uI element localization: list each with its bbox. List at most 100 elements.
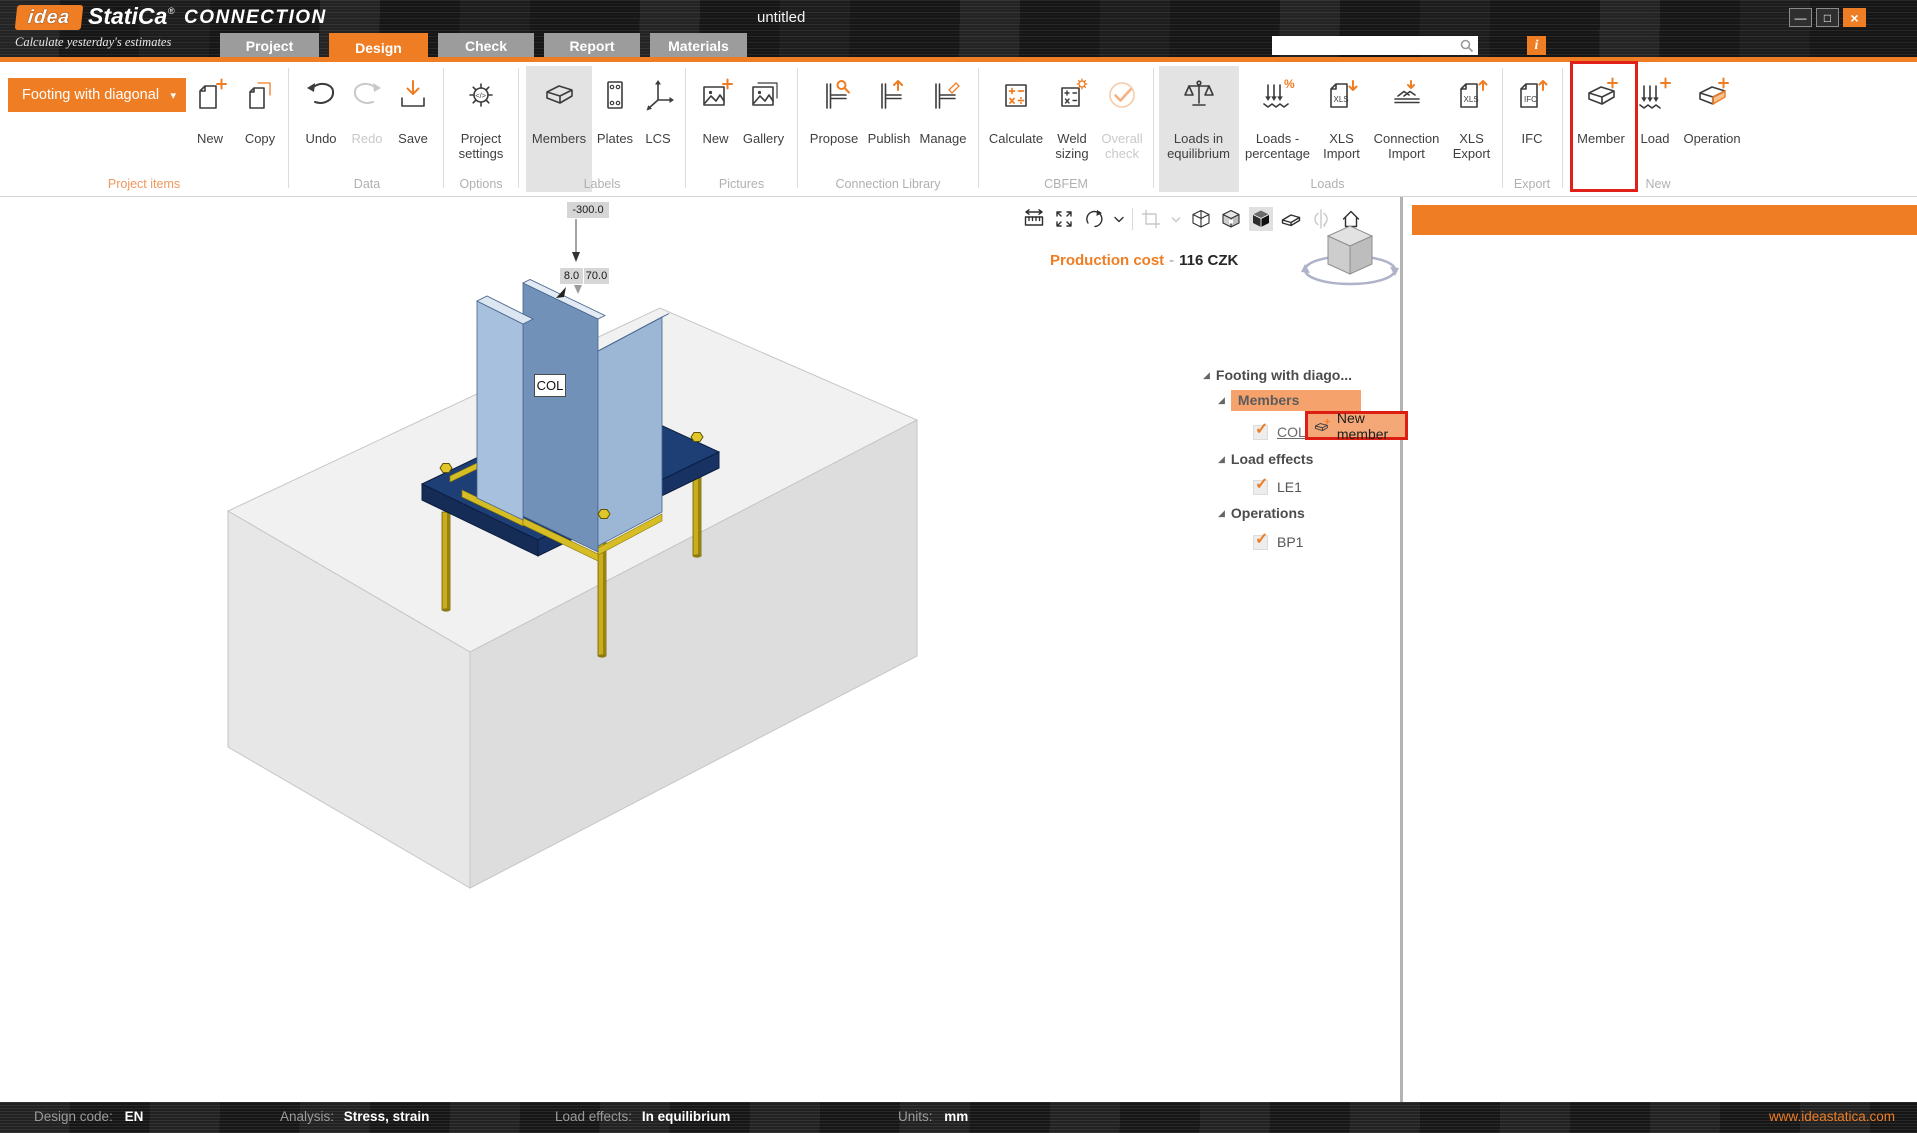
- dimension-left: 8.0: [560, 268, 583, 284]
- clipping-icon[interactable]: [1139, 207, 1163, 231]
- ribbon: Footing with diagonal ▾ New: [0, 62, 1917, 197]
- rotate-view-icon[interactable]: [1082, 207, 1106, 231]
- zoom-extents-icon[interactable]: [1052, 207, 1076, 231]
- tree-item-bp1[interactable]: ✓ BP1: [1253, 534, 1303, 550]
- ifc-export-button[interactable]: IFC IFC: [1508, 66, 1556, 192]
- tree-expander-icon[interactable]: ◢: [1203, 370, 1210, 381]
- propose-button[interactable]: Propose: [806, 66, 862, 192]
- 3d-scene[interactable]: [0, 197, 1401, 1102]
- xls-export-button[interactable]: XLS XLS Export: [1447, 66, 1497, 192]
- ribbon-group-options: </> Project settings Options: [447, 66, 515, 192]
- tab-check[interactable]: Check: [438, 33, 534, 58]
- loads-in-equilibrium-button[interactable]: Loads in equilibrium: [1159, 66, 1239, 192]
- maximize-icon[interactable]: □: [1816, 8, 1839, 27]
- ifc-upload-icon: IFC: [1514, 73, 1550, 131]
- tree-expander-icon[interactable]: ◢: [1218, 454, 1225, 465]
- new-operation-button[interactable]: Operation: [1677, 66, 1747, 192]
- tree-expander-icon[interactable]: ◢: [1218, 395, 1225, 406]
- new-project-button[interactable]: New: [186, 66, 234, 192]
- weld-calculator-gear-icon: [1054, 73, 1090, 131]
- new-picture-button[interactable]: New: [694, 66, 738, 192]
- status-load-effects: Load effects: In equilibrium: [555, 1109, 730, 1124]
- search-box: [1272, 36, 1478, 55]
- ribbon-group-connection-library: Propose Publish Manage: [801, 66, 975, 192]
- undo-button[interactable]: Undo: [298, 66, 344, 192]
- new-member-tooltip: New member: [1305, 411, 1408, 440]
- connection-import-button[interactable]: Connection Import: [1367, 66, 1447, 192]
- beam-icon: [541, 73, 577, 131]
- ribbon-group-pictures: New Gallery Pictures: [689, 66, 794, 192]
- publish-button[interactable]: Publish: [862, 66, 916, 192]
- tree-item-le1[interactable]: ✓ LE1: [1253, 479, 1302, 495]
- tree-item-load-effects[interactable]: ◢ Load effects: [1218, 451, 1313, 467]
- manage-button[interactable]: Manage: [916, 66, 970, 192]
- copy-project-button[interactable]: Copy: [236, 66, 284, 192]
- loads-percentage-button[interactable]: % Loads - percentage: [1239, 66, 1317, 192]
- main-area: Production cost-116 CZK COL -300.0 8.0 7…: [0, 197, 1917, 1102]
- ribbon-separator: [518, 68, 519, 188]
- ribbon-group-loads: Loads in equilibrium % Loads - percentag…: [1157, 66, 1498, 192]
- ribbon-separator: [1562, 68, 1563, 188]
- checkmark-icon: ✓: [1255, 474, 1268, 494]
- new-member-button[interactable]: Member: [1569, 66, 1633, 192]
- gallery-button[interactable]: Gallery: [738, 66, 790, 192]
- copy-document-icon: [242, 73, 278, 131]
- plates-labels-button[interactable]: Plates: [592, 66, 638, 192]
- project-settings-button[interactable]: </> Project settings: [449, 66, 513, 192]
- chevron-down-icon[interactable]: [1112, 207, 1126, 231]
- minimize-icon[interactable]: —: [1789, 8, 1812, 27]
- status-units: Units: mm: [898, 1109, 968, 1124]
- weld-sizing-button[interactable]: Weld sizing: [1048, 66, 1096, 192]
- ribbon-separator: [685, 68, 686, 188]
- members-labels-button[interactable]: Members: [526, 66, 592, 192]
- status-design-code: Design code: EN: [34, 1109, 143, 1124]
- template-dropdown[interactable]: Footing with diagonal ▾: [8, 78, 186, 112]
- tree-item-col[interactable]: ✓ COL: [1253, 424, 1306, 440]
- ribbon-separator: [978, 68, 979, 188]
- properties-panel: [1403, 197, 1917, 1102]
- redo-icon: [349, 73, 385, 131]
- status-analysis: Analysis: Stress, strain: [280, 1109, 429, 1124]
- measure-icon[interactable]: [1022, 207, 1046, 231]
- idea-logo: idea: [15, 5, 84, 30]
- group-label-export: Export: [1506, 177, 1558, 191]
- website-link[interactable]: www.ideastatica.com: [1769, 1109, 1895, 1124]
- tree-item-members[interactable]: ◢ Members: [1218, 390, 1361, 411]
- xls-import-button[interactable]: XLS XLS Import: [1317, 66, 1367, 192]
- chevron-down-icon[interactable]: [1169, 207, 1183, 231]
- tree-root[interactable]: ◢ Footing with diago...: [1203, 367, 1352, 383]
- calculate-button[interactable]: Calculate: [984, 66, 1048, 192]
- lcs-button[interactable]: LCS: [638, 66, 678, 192]
- dimension-right: 70.0: [584, 268, 609, 284]
- tab-project[interactable]: Project: [220, 33, 319, 58]
- group-label-loads: Loads: [1157, 177, 1498, 191]
- checkbox-col[interactable]: ✓: [1253, 425, 1268, 440]
- new-load-button[interactable]: Load: [1633, 66, 1677, 192]
- project-tree: ◢ Footing with diago... ◢ Members ✓ COL …: [1195, 197, 1405, 1102]
- svg-text:XLS: XLS: [1463, 95, 1478, 104]
- info-icon[interactable]: i: [1527, 36, 1546, 55]
- group-label-project-items: Project items: [0, 177, 288, 191]
- member-label: COL: [534, 374, 566, 397]
- overall-check-button[interactable]: Overall check: [1096, 66, 1148, 192]
- checkmark-icon: ✓: [1255, 419, 1268, 439]
- operation-plus-icon: [1694, 73, 1730, 131]
- dimension-leaders: [556, 219, 582, 298]
- redo-button[interactable]: Redo: [344, 66, 390, 192]
- save-icon: [395, 73, 431, 131]
- beam-plus-icon: [1583, 73, 1619, 131]
- search-input[interactable]: [1272, 38, 1459, 53]
- tab-materials[interactable]: Materials: [650, 33, 747, 58]
- checkbox-bp1[interactable]: ✓: [1253, 535, 1268, 550]
- tree-item-operations[interactable]: ◢ Operations: [1218, 505, 1305, 521]
- save-button[interactable]: Save: [390, 66, 436, 192]
- close-icon[interactable]: ×: [1843, 8, 1866, 27]
- app-window: idea StatiCa ® CONNECTION Calculate yest…: [0, 0, 1917, 1133]
- group-label-cbfem: CBFEM: [982, 177, 1150, 191]
- tab-report[interactable]: Report: [544, 33, 640, 58]
- connection-download-icon: [1389, 73, 1425, 131]
- xls-download-icon: XLS: [1324, 73, 1360, 131]
- loads-percent-icon: %: [1260, 73, 1296, 131]
- checkbox-le1[interactable]: ✓: [1253, 480, 1268, 495]
- tree-expander-icon[interactable]: ◢: [1218, 508, 1225, 519]
